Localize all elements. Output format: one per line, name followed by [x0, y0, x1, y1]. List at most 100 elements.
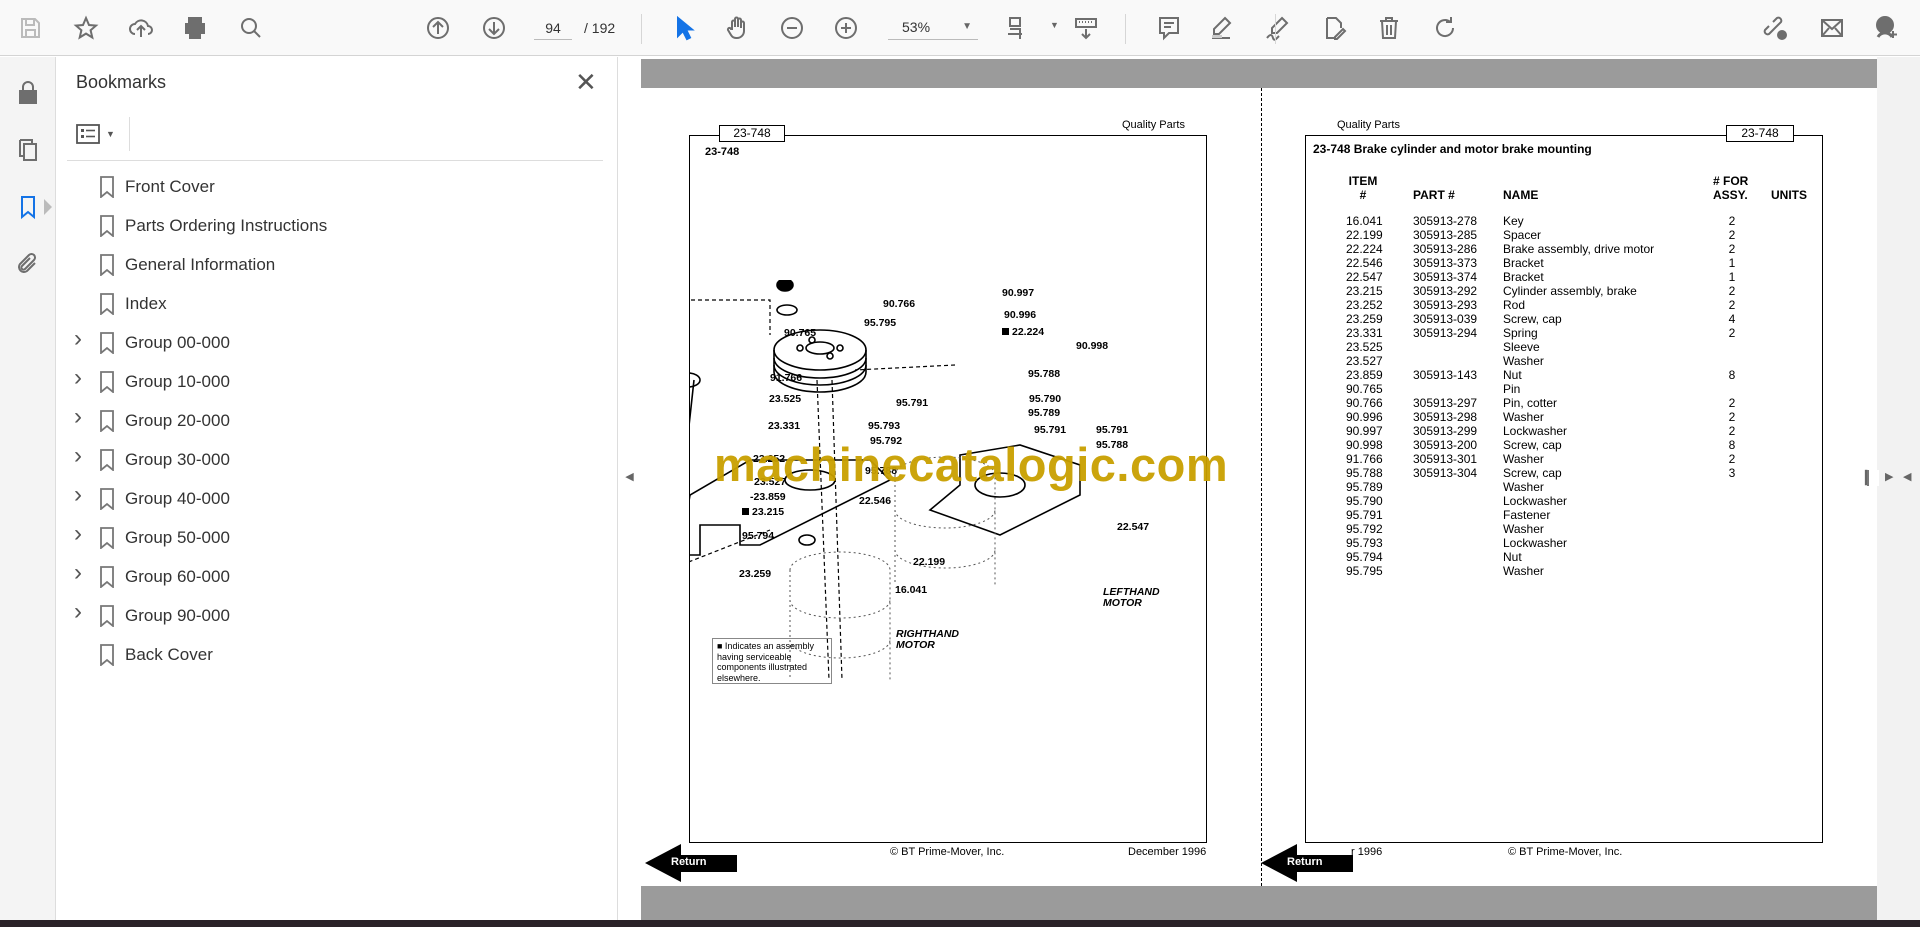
item-number: 23.252: [1346, 298, 1383, 312]
panel-title: Bookmarks: [76, 72, 167, 92]
save-icon: [21, 18, 40, 38]
zoom-out-icon: [781, 17, 803, 39]
bookmark-item[interactable]: › Group 30-000: [57, 442, 597, 477]
return-button[interactable]: Return: [645, 844, 737, 882]
chevron-down-icon[interactable]: ▼: [1050, 20, 1059, 30]
part-name: Lockwasher: [1503, 424, 1568, 438]
edit-button[interactable]: [1318, 12, 1350, 44]
comment-icon: [1159, 17, 1179, 41]
find-button[interactable]: [235, 12, 267, 44]
bookmark-label: Front Cover: [125, 177, 215, 196]
bookmark-item[interactable]: Parts Ordering Instructions: [57, 209, 597, 243]
rotate-button[interactable]: [1429, 12, 1461, 44]
callout-label: 95.789: [1028, 407, 1061, 419]
part-name: Screw, cap: [1503, 438, 1562, 452]
watermark: machinecatalogic.com: [714, 438, 1229, 491]
bookmark-options-button[interactable]: ▼: [76, 120, 120, 148]
zoom-select[interactable]: 53% ▼: [888, 16, 978, 40]
chevron-right-icon[interactable]: ›: [74, 481, 82, 509]
chevron-right-icon[interactable]: ›: [74, 559, 82, 587]
chevron-right-icon[interactable]: ›: [74, 598, 82, 626]
upload-button[interactable]: [125, 12, 157, 44]
page-number-input[interactable]: [534, 16, 572, 40]
print-button[interactable]: [179, 12, 211, 44]
fit-page-button[interactable]: [1002, 12, 1034, 44]
mail-icon: [1821, 19, 1843, 37]
qty-for-assy: 2: [1728, 298, 1736, 312]
callout-label: 95.795: [864, 317, 897, 329]
chevron-right-icon[interactable]: ›: [74, 442, 82, 470]
bookmark-item[interactable]: General Information: [57, 248, 597, 282]
bookmark-item[interactable]: › Group 10-000: [57, 364, 597, 399]
collapse-left-arrow[interactable]: ◀: [1903, 470, 1911, 483]
item-number: 91.766: [1346, 452, 1383, 466]
part-number: 305913-298: [1413, 410, 1478, 424]
chevron-right-icon[interactable]: ›: [74, 403, 82, 431]
scroll-mode-button[interactable]: [1070, 12, 1102, 44]
return-button[interactable]: Return: [1261, 844, 1353, 882]
qty-for-assy: 2: [1728, 214, 1736, 228]
bookmark-icon: [100, 176, 114, 198]
page-down-button[interactable]: [478, 12, 510, 44]
star-button[interactable]: [70, 12, 102, 44]
select-button[interactable]: [667, 12, 699, 44]
delete-button[interactable]: [1373, 12, 1405, 44]
save-button[interactable]: [14, 12, 46, 44]
page-gap: [641, 886, 1877, 920]
bookmark-item[interactable]: › Group 20-000: [57, 403, 597, 438]
part-name: Spring: [1503, 326, 1538, 340]
zoom-in-button[interactable]: [830, 12, 862, 44]
bookmark-item[interactable]: › Group 40-000: [57, 481, 597, 516]
page-divider: [1261, 88, 1262, 886]
chevron-right-icon[interactable]: ›: [74, 325, 82, 353]
callout-label: 22.546: [859, 495, 892, 507]
divider: [67, 160, 603, 161]
rotate-icon: [1436, 17, 1455, 37]
highlight-button[interactable]: [1205, 12, 1237, 44]
comment-button[interactable]: [1153, 12, 1185, 44]
part-name: Washer: [1503, 564, 1544, 578]
part-name: Bracket: [1503, 270, 1544, 284]
bookmark-item[interactable]: Index: [57, 287, 597, 321]
item-number: 90.765: [1346, 382, 1383, 396]
qty-for-assy: 1: [1728, 270, 1736, 284]
scroll-mode-icon: [1075, 18, 1097, 40]
callout-label: 23.525: [769, 393, 802, 405]
bookmark-item[interactable]: › Group 50-000: [57, 520, 597, 555]
bookmark-icon: [100, 644, 114, 666]
page-header: Quality Parts: [1337, 119, 1400, 131]
callout-label: 16.041: [895, 584, 928, 596]
part-number: 305913-143: [1413, 368, 1478, 382]
scrollbar[interactable]: [1867, 470, 1879, 486]
rail-bookmarks-button[interactable]: [12, 191, 44, 223]
bookmark-label: Group 40-000: [125, 489, 230, 508]
bookmark-item[interactable]: › Group 90-000: [57, 598, 597, 633]
active-indicator: [44, 199, 52, 215]
rail-attachment-button[interactable]: [12, 248, 44, 280]
col-header-units: UNITS: [1771, 188, 1807, 202]
sign-button[interactable]: [1261, 12, 1293, 44]
hand-button[interactable]: [721, 12, 753, 44]
chevron-right-icon[interactable]: ›: [74, 520, 82, 548]
copyright: © BT Prime-Mover, Inc.: [890, 846, 1005, 858]
bookmark-item[interactable]: › Group 60-000: [57, 559, 597, 594]
page-up-button[interactable]: [422, 12, 454, 44]
bookmark-icon: [100, 371, 114, 393]
part-name: Pin: [1503, 382, 1521, 396]
zoom-out-button[interactable]: [776, 12, 808, 44]
bookmark-item[interactable]: › Group 00-000: [57, 325, 597, 360]
callout-label: 95.791: [1096, 424, 1129, 436]
mail-button[interactable]: [1816, 12, 1848, 44]
bookmark-item[interactable]: Front Cover: [57, 170, 597, 204]
bookmark-item[interactable]: Back Cover: [57, 638, 597, 672]
close-panel-button[interactable]: ✕: [575, 67, 597, 98]
share-link-button[interactable]: [1759, 12, 1791, 44]
rail-lock-button[interactable]: [12, 77, 44, 109]
rail-pages-button[interactable]: [12, 134, 44, 166]
part-number: 305913-039: [1413, 312, 1478, 326]
bookmark-icon: [100, 254, 114, 276]
expand-right-pane-button[interactable]: ▶︎: [1885, 470, 1893, 483]
chevron-right-icon[interactable]: ›: [74, 364, 82, 392]
account-button[interactable]: [1870, 12, 1902, 44]
collapse-panel-button[interactable]: ◀: [618, 470, 641, 483]
